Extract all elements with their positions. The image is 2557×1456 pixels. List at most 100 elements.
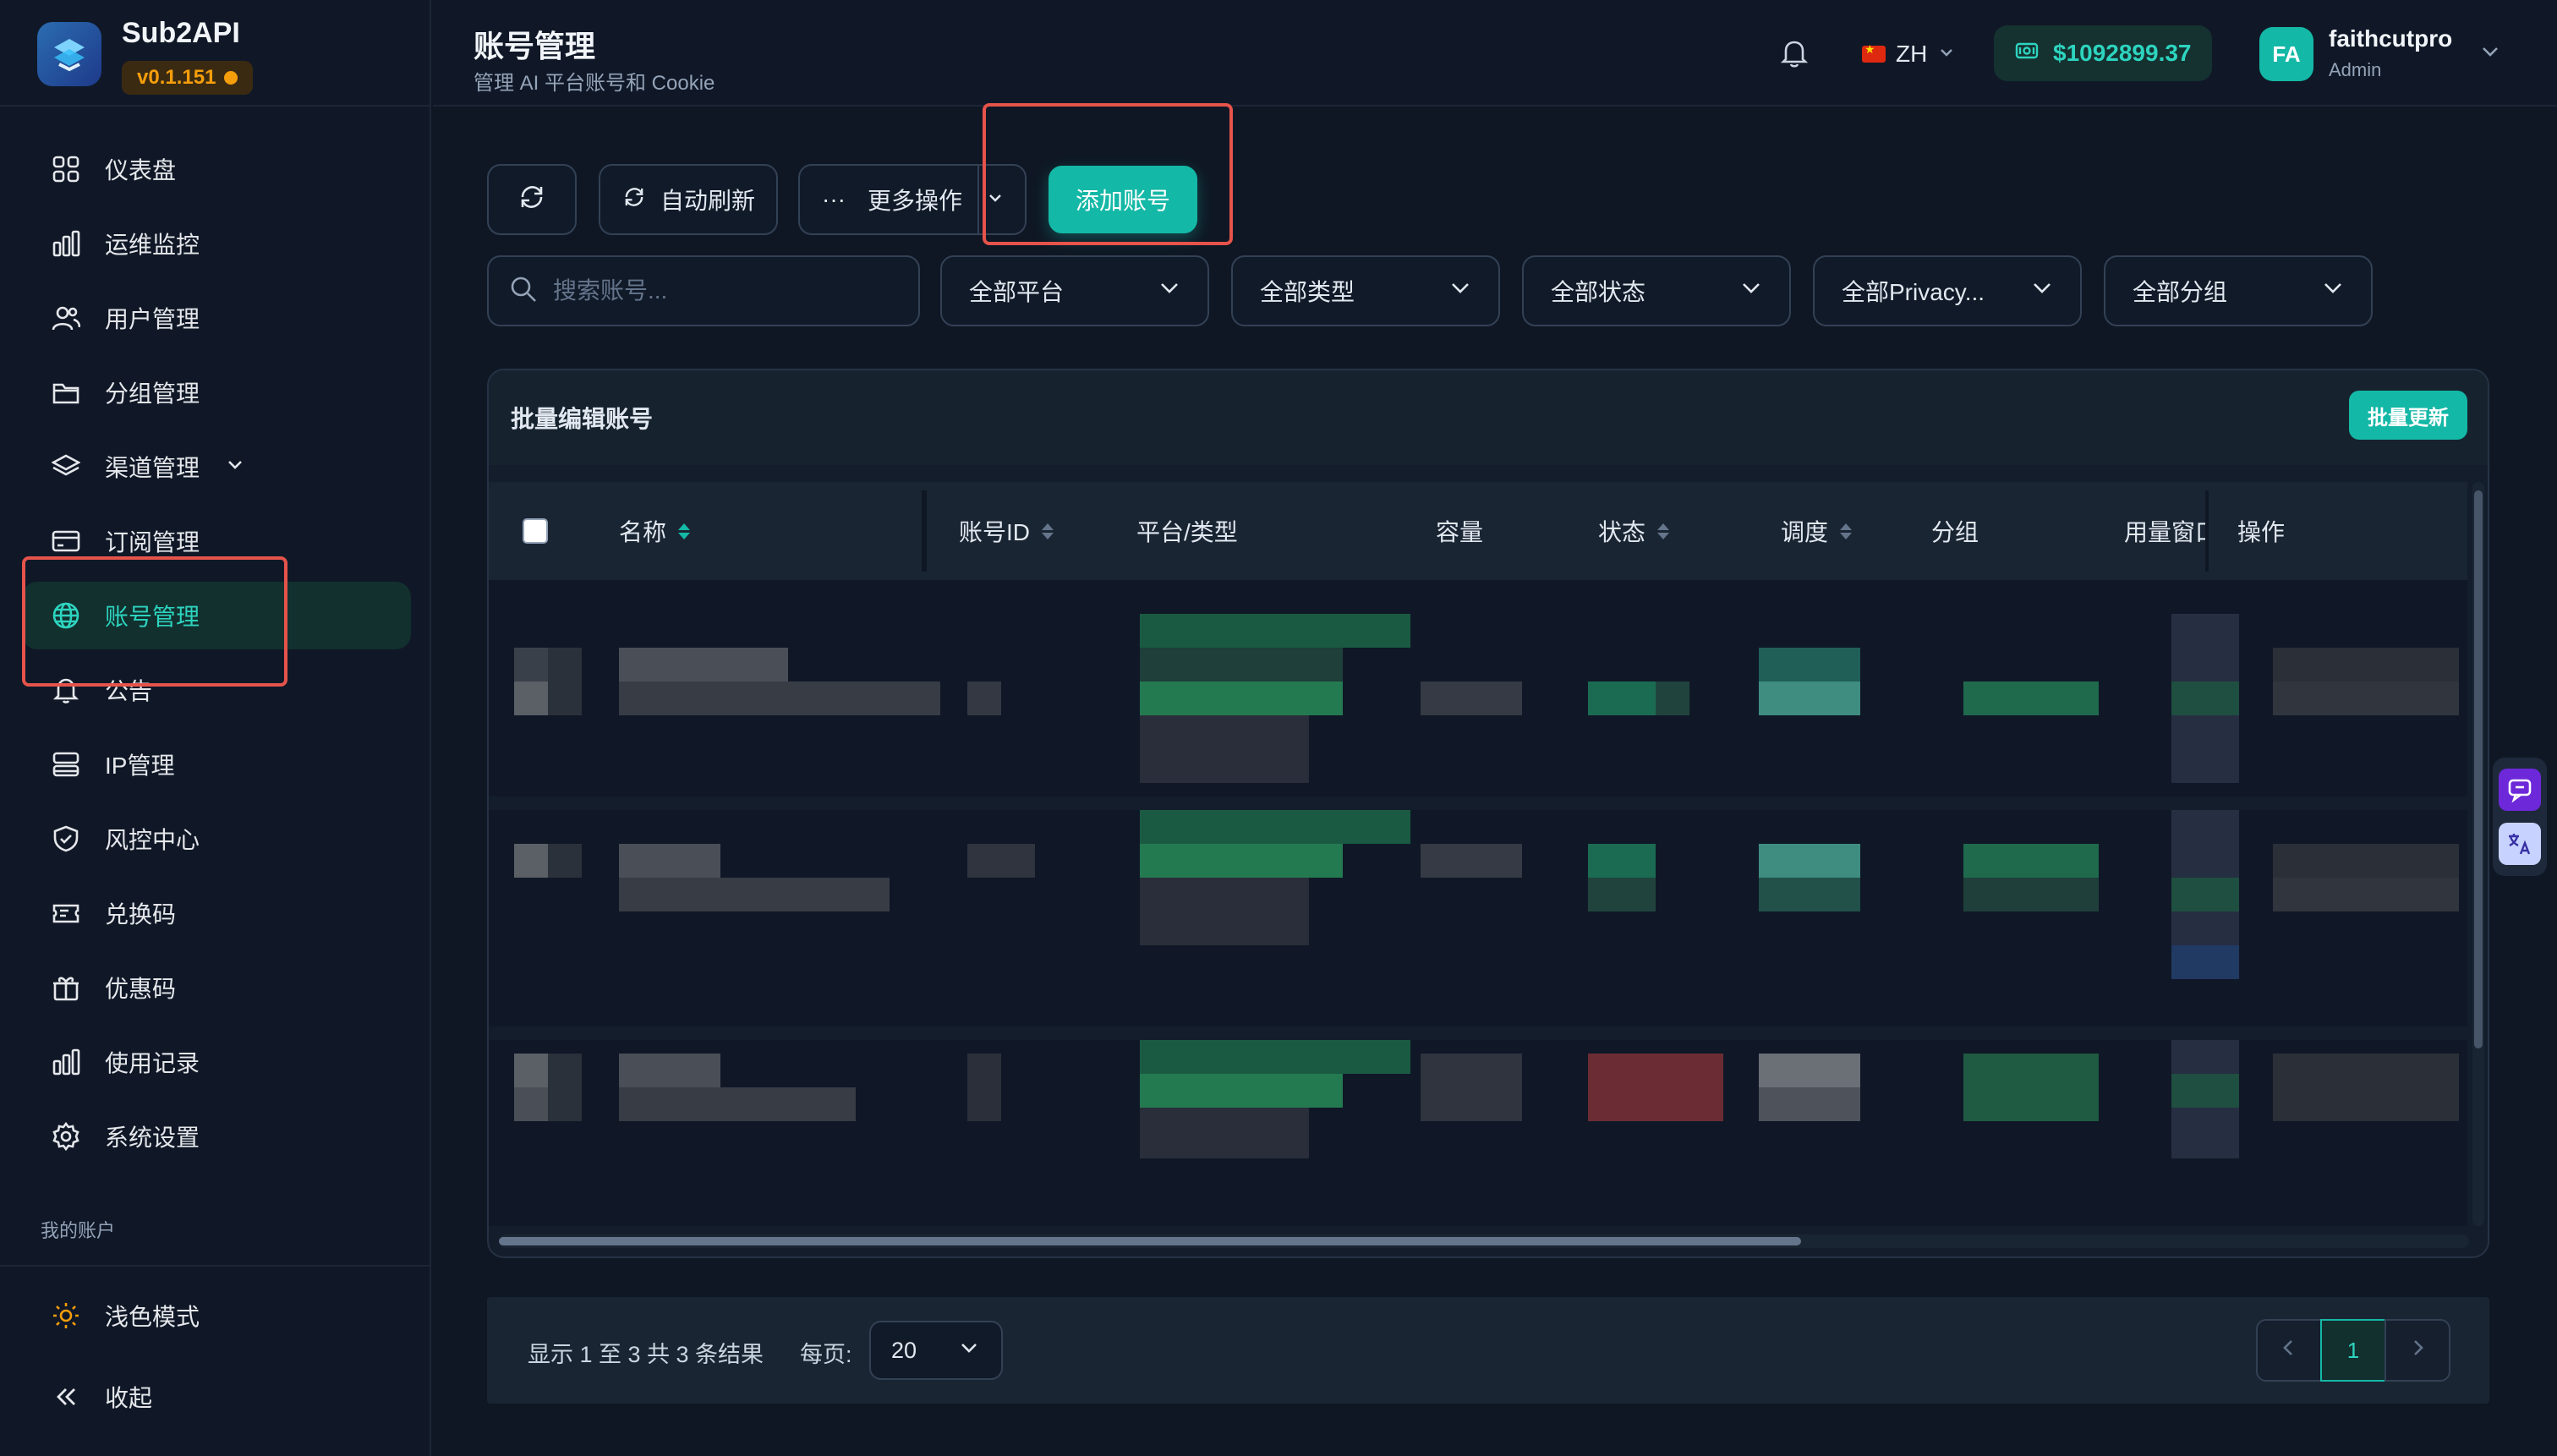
sidebar-item-label: 订阅管理 — [105, 529, 200, 556]
more-actions-glyph: ··· — [822, 186, 846, 212]
language-label: ZH — [1896, 41, 1928, 67]
column-account-id[interactable]: 账号ID — [959, 482, 1054, 580]
auto-refresh-label: 自动刷新 — [660, 188, 755, 214]
chat-assistant-icon[interactable] — [2499, 769, 2541, 811]
layers-icon — [49, 450, 83, 484]
scrollbar-thumb[interactable] — [2474, 490, 2483, 1048]
sidebar-item-label: 风控中心 — [105, 827, 200, 853]
sidebar-item-monitoring[interactable]: 运维监控 — [22, 210, 411, 277]
avatar[interactable]: FA — [2259, 27, 2313, 81]
sidebar-item-label: IP管理 — [105, 753, 175, 779]
status-filter-select[interactable]: 全部状态 — [1522, 255, 1791, 326]
platform-filter-select[interactable]: 全部平台 — [940, 255, 1209, 326]
sidebar-item-subscriptions[interactable]: 订阅管理 — [22, 507, 411, 575]
sidebar-item-redeem-codes[interactable]: 兑换码 — [22, 879, 411, 947]
version-badge: v0.1.151 — [122, 61, 254, 95]
horizontal-scrollbar[interactable] — [499, 1234, 2469, 1248]
bulk-update-button[interactable]: 批量更新 — [2349, 391, 2467, 440]
column-scheduling[interactable]: 调度 — [1781, 482, 1853, 580]
bulk-edit-bar: 批量编辑账号 批量更新 — [489, 370, 2488, 465]
more-actions-button[interactable]: ··· 更多操作 — [798, 164, 1027, 235]
search-box[interactable] — [487, 255, 920, 326]
sidebar-item-accounts[interactable]: 账号管理 — [22, 582, 411, 649]
sort-icon[interactable] — [1657, 523, 1670, 539]
app-logo-icon[interactable] — [37, 22, 101, 86]
per-page-label: 每页: — [800, 1342, 852, 1367]
theme-toggle-button[interactable]: 浅色模式 — [22, 1282, 411, 1349]
credit-card-icon — [49, 524, 83, 558]
collapse-sidebar-button[interactable]: 收起 — [22, 1363, 411, 1431]
per-page-select[interactable]: 20 — [869, 1321, 1003, 1380]
floating-toolbar — [2493, 758, 2547, 876]
type-filter-select[interactable]: 全部类型 — [1231, 255, 1500, 326]
column-label: 账号ID — [959, 519, 1031, 545]
redacted-row-content — [514, 810, 2459, 979]
page-button-current[interactable]: 1 — [2320, 1319, 2386, 1382]
dashboard-grid-icon — [49, 152, 83, 186]
sidebar-item-label: 运维监控 — [105, 232, 200, 258]
globe-icon — [49, 599, 83, 632]
sidebar-item-dashboard[interactable]: 仪表盘 — [22, 135, 411, 203]
auto-refresh-button[interactable]: 自动刷新 — [599, 164, 778, 235]
table-row[interactable] — [489, 810, 2467, 1026]
prev-page-button[interactable] — [2256, 1319, 2322, 1382]
sidebar-footer: 浅色模式 收起 — [0, 1265, 431, 1411]
chevron-down-icon[interactable] — [986, 186, 1005, 213]
platform-filter-value: 全部平台 — [969, 279, 1065, 305]
split-divider — [977, 164, 979, 235]
sidebar-item-label: 系统设置 — [105, 1125, 200, 1151]
sort-icon[interactable] — [678, 523, 691, 539]
scrollbar-thumb[interactable] — [499, 1237, 1801, 1245]
search-input[interactable] — [553, 277, 908, 304]
sidebar-item-usage-records[interactable]: 使用记录 — [22, 1028, 411, 1096]
bell-icon — [49, 673, 83, 707]
language-switcher[interactable]: ZH — [1862, 34, 1956, 74]
chevron-down-icon — [225, 453, 245, 480]
select-all-checkbox[interactable] — [523, 482, 548, 580]
sidebar-item-label: 兑换码 — [105, 901, 177, 928]
users-icon — [49, 301, 83, 335]
per-page-value: 20 — [891, 1337, 917, 1363]
chevron-down-icon — [2029, 276, 2055, 307]
redacted-row-content — [514, 1040, 2459, 1158]
translate-icon[interactable] — [2499, 823, 2541, 865]
sidebar-item-label: 公告 — [105, 678, 153, 704]
update-dot-icon — [224, 71, 238, 85]
user-menu-chevron-icon[interactable] — [2478, 39, 2503, 68]
chevron-down-icon — [1157, 276, 1182, 307]
chevron-left-icon — [2278, 1337, 2300, 1365]
table-row[interactable] — [489, 580, 2467, 796]
gift-icon — [49, 971, 83, 1004]
sidebar-item-channels[interactable]: 渠道管理 — [22, 433, 411, 501]
chevron-down-icon — [1448, 276, 1473, 307]
table-row[interactable] — [489, 1040, 2467, 1226]
user-name[interactable]: faithcutpro — [2329, 25, 2452, 52]
user-role: Admin — [2329, 59, 2382, 80]
sidebar-item-groups[interactable]: 分组管理 — [22, 359, 411, 426]
add-account-button[interactable]: 添加账号 — [1049, 166, 1197, 233]
balance-amount: $1092899.37 — [2053, 40, 2192, 66]
sidebar-item-users[interactable]: 用户管理 — [22, 284, 411, 352]
sidebar-item-announcements[interactable]: 公告 — [22, 656, 411, 724]
section-label-my-account: 我的账户 — [41, 1220, 116, 1241]
balance-badge[interactable]: $1092899.37 — [1994, 25, 2212, 81]
sort-icon[interactable] — [1042, 523, 1054, 539]
vertical-scrollbar[interactable] — [2472, 482, 2484, 1226]
next-page-button[interactable] — [2385, 1319, 2450, 1382]
sidebar-item-label: 分组管理 — [105, 380, 200, 407]
refresh-icon — [621, 184, 647, 216]
privacy-filter-select[interactable]: 全部Privacy... — [1813, 255, 2082, 326]
refresh-icon — [517, 182, 547, 218]
sidebar-item-coupons[interactable]: 优惠码 — [22, 954, 411, 1021]
refresh-button[interactable] — [487, 164, 577, 235]
notification-bell-icon[interactable] — [1777, 36, 1815, 73]
bulk-edit-title: 批量编辑账号 — [511, 406, 654, 432]
sidebar-item-risk-control[interactable]: 风控中心 — [22, 805, 411, 873]
column-status[interactable]: 状态 — [1598, 482, 1670, 580]
sort-icon[interactable] — [1840, 523, 1853, 539]
sidebar-item-label: 渠道管理 — [105, 455, 200, 481]
sidebar-item-settings[interactable]: 系统设置 — [22, 1103, 411, 1170]
column-name[interactable]: 名称 — [619, 482, 691, 580]
group-filter-select[interactable]: 全部分组 — [2104, 255, 2373, 326]
sidebar-item-ip-management[interactable]: IP管理 — [22, 731, 411, 798]
